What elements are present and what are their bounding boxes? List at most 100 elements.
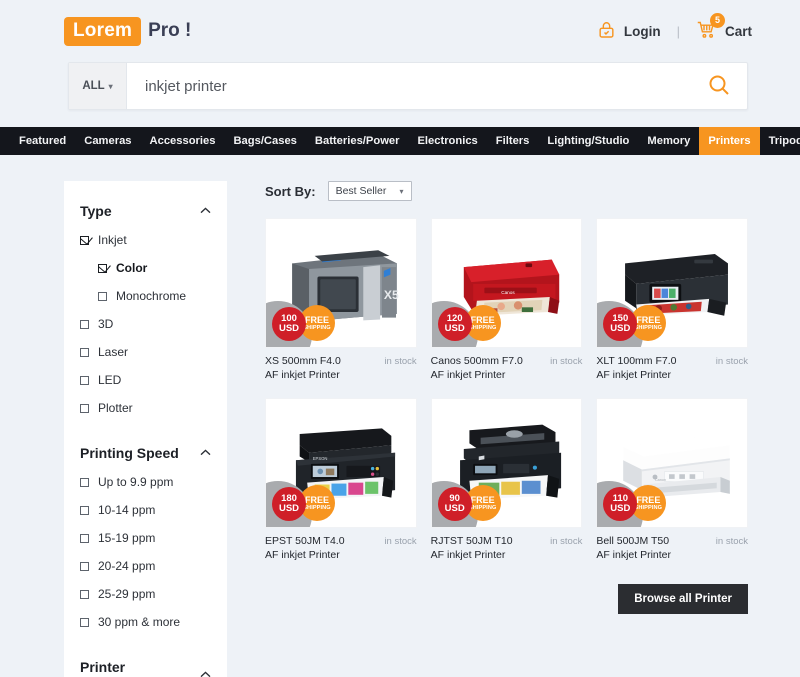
checkbox-icon[interactable] <box>80 375 89 385</box>
product-image[interactable]: 90 USD FREE SHIPPING <box>430 398 583 528</box>
product-image[interactable]: Canos 120 USD FREE SHIPPING <box>430 218 583 348</box>
product-image[interactable]: X5 100 USD FREE SHIPPING <box>265 218 417 348</box>
checkbox-icon[interactable] <box>80 477 89 487</box>
stock-status: in stock <box>715 356 748 367</box>
filter-option-inkjet[interactable]: Inkjet <box>80 233 211 247</box>
checkbox-icon[interactable] <box>80 533 89 543</box>
filter-option-laser[interactable]: Laser <box>80 345 211 359</box>
svg-text:Canon: Canon <box>655 478 666 482</box>
checkbox-icon[interactable] <box>98 291 107 301</box>
product-card[interactable]: 150 USD FREE SHIPPING XLT 100mm F7.0 AF … <box>596 218 748 382</box>
filter-group-header[interactable]: Printer Connectivity <box>80 659 211 677</box>
filter-option-label: 25-29 ppm <box>98 587 156 601</box>
search-submit-button[interactable] <box>691 63 747 109</box>
product-title-line-1: Canos 500mm F7.0 <box>430 355 523 367</box>
stock-status: in stock <box>550 356 583 367</box>
checkbox-checked-icon[interactable] <box>98 263 107 273</box>
search-category-dropdown[interactable]: ALL ▾ <box>69 63 127 109</box>
nav-item-label: Filters <box>495 135 530 147</box>
svg-text:X5: X5 <box>384 288 399 302</box>
product-title[interactable]: EPST 50JM T4.0 AF inkjet Printer <box>265 535 345 562</box>
nav-item-tripods[interactable]: Tripods <box>760 127 800 155</box>
filter-option-label: Monochrome <box>116 289 187 303</box>
filter-option-label: 15-19 ppm <box>98 531 156 545</box>
filter-option-label: Color <box>116 261 148 275</box>
checkbox-icon[interactable] <box>80 403 89 413</box>
brand-logo[interactable]: Lorem Pro ! <box>64 16 191 46</box>
product-card[interactable]: EPSON 180 USD FREE SHIPPING EPST 50JM T4… <box>265 398 417 562</box>
filter-option-color[interactable]: Color <box>80 261 211 275</box>
nav-item-batteries-power[interactable]: Batteries/Power <box>306 127 409 155</box>
nav-item-accessories[interactable]: Accessories <box>141 127 225 155</box>
checkbox-icon[interactable] <box>80 505 89 515</box>
product-card[interactable]: 90 USD FREE SHIPPING RJTST 50JM T10 AF i… <box>430 398 583 562</box>
filter-group-header[interactable]: Printing Speed <box>80 445 211 461</box>
product-grid: X5 100 USD FREE SHIPPING XS 500mm F4.0 A… <box>265 218 748 562</box>
filter-option-20-24-ppm[interactable]: 20-24 ppm <box>80 559 211 573</box>
product-title[interactable]: XS 500mm F4.0 AF inkjet Printer <box>265 355 341 382</box>
filter-group-title: Printing Speed <box>80 445 179 461</box>
stock-status: in stock <box>550 536 583 547</box>
chevron-up-icon[interactable] <box>200 448 211 459</box>
filter-option-label: Up to 9.9 ppm <box>98 475 174 489</box>
shipping-line-2: SHIPPING <box>468 324 497 331</box>
nav-item-lighting-studio[interactable]: Lighting/Studio <box>538 127 638 155</box>
shipping-line-1: FREE <box>304 494 329 505</box>
filter-option-3d[interactable]: 3D <box>80 317 211 331</box>
filter-group-header[interactable]: Type <box>80 203 211 219</box>
filter-option-led[interactable]: LED <box>80 373 211 387</box>
nav-item-memory[interactable]: Memory <box>638 127 699 155</box>
nav-item-printers[interactable]: Printers <box>699 127 760 155</box>
filter-option-10-14-ppm[interactable]: 10-14 ppm <box>80 503 211 517</box>
product-image[interactable]: Canon 110 USD FREE SHIPPING <box>596 398 748 528</box>
product-image[interactable]: EPSON 180 USD FREE SHIPPING <box>265 398 417 528</box>
filter-option-up-to-9-9-ppm[interactable]: Up to 9.9 ppm <box>80 475 211 489</box>
filter-option-plotter[interactable]: Plotter <box>80 401 211 415</box>
filter-option-label: 3D <box>98 317 114 331</box>
shipping-line-1: FREE <box>304 314 329 325</box>
checkbox-checked-icon[interactable] <box>80 235 89 245</box>
cart-button[interactable]: 5 Cart <box>696 12 752 43</box>
product-image[interactable]: 150 USD FREE SHIPPING <box>596 218 748 348</box>
nav-item-filters[interactable]: Filters <box>487 127 539 155</box>
filter-option-25-29-ppm[interactable]: 25-29 ppm <box>80 587 211 601</box>
search-category-label: ALL <box>82 80 105 92</box>
product-title-line-1: RJTST 50JM T10 <box>430 535 513 547</box>
nav-item-electronics[interactable]: Electronics <box>408 127 486 155</box>
nav-item-label: Printers <box>708 135 751 147</box>
nav-item-bags-cases[interactable]: Bags/Cases <box>224 127 305 155</box>
product-card[interactable]: Canon 110 USD FREE SHIPPING Bell 500JM T… <box>596 398 748 562</box>
filter-option-30-ppm-more[interactable]: 30 ppm & more <box>80 615 211 629</box>
checkbox-icon[interactable] <box>80 561 89 571</box>
product-card[interactable]: Canos 120 USD FREE SHIPPING Canos 500mm … <box>430 218 583 382</box>
login-button[interactable]: Login <box>597 20 661 42</box>
nav-item-featured[interactable]: Featured <box>10 127 75 155</box>
product-title[interactable]: XLT 100mm F7.0 AF inkjet Printer <box>596 355 676 382</box>
svg-text:EPSON: EPSON <box>313 456 328 461</box>
product-title[interactable]: Canos 500mm F7.0 AF inkjet Printer <box>431 355 523 382</box>
filter-group-title: Type <box>80 203 112 219</box>
cart-icon: 5 <box>696 12 725 43</box>
sort-label: Sort By: <box>265 183 316 199</box>
checkbox-icon[interactable] <box>80 617 89 627</box>
product-title[interactable]: Bell 500JM T50 AF inkjet Printer <box>596 535 671 562</box>
checkbox-icon[interactable] <box>80 319 89 329</box>
product-card[interactable]: X5 100 USD FREE SHIPPING XS 500mm F4.0 A… <box>265 218 417 382</box>
sort-by-select[interactable]: Best Seller ▾ <box>327 181 412 201</box>
chevron-up-icon[interactable] <box>200 206 211 217</box>
product-title[interactable]: RJTST 50JM T10 AF inkjet Printer <box>431 535 513 562</box>
search-input[interactable] <box>127 63 691 109</box>
product-title-line-2: AF inkjet Printer <box>596 368 672 381</box>
filter-group-spacer <box>64 429 227 445</box>
filter-option-15-19-ppm[interactable]: 15-19 ppm <box>80 531 211 545</box>
product-footer: RJTST 50JM T10 AF inkjet Printer in stoc… <box>431 528 583 562</box>
shipping-line-1: FREE <box>636 314 661 325</box>
filter-option-monochrome[interactable]: Monochrome <box>80 289 211 303</box>
nav-item-cameras[interactable]: Cameras <box>75 127 140 155</box>
chevron-down-icon: ▾ <box>399 186 404 196</box>
checkbox-icon[interactable] <box>80 347 89 357</box>
price-badge: 150 USD <box>603 307 638 341</box>
checkbox-icon[interactable] <box>80 589 89 599</box>
browse-all-printer-button[interactable]: Browse all Printer <box>618 584 748 614</box>
chevron-up-icon[interactable] <box>200 670 211 677</box>
